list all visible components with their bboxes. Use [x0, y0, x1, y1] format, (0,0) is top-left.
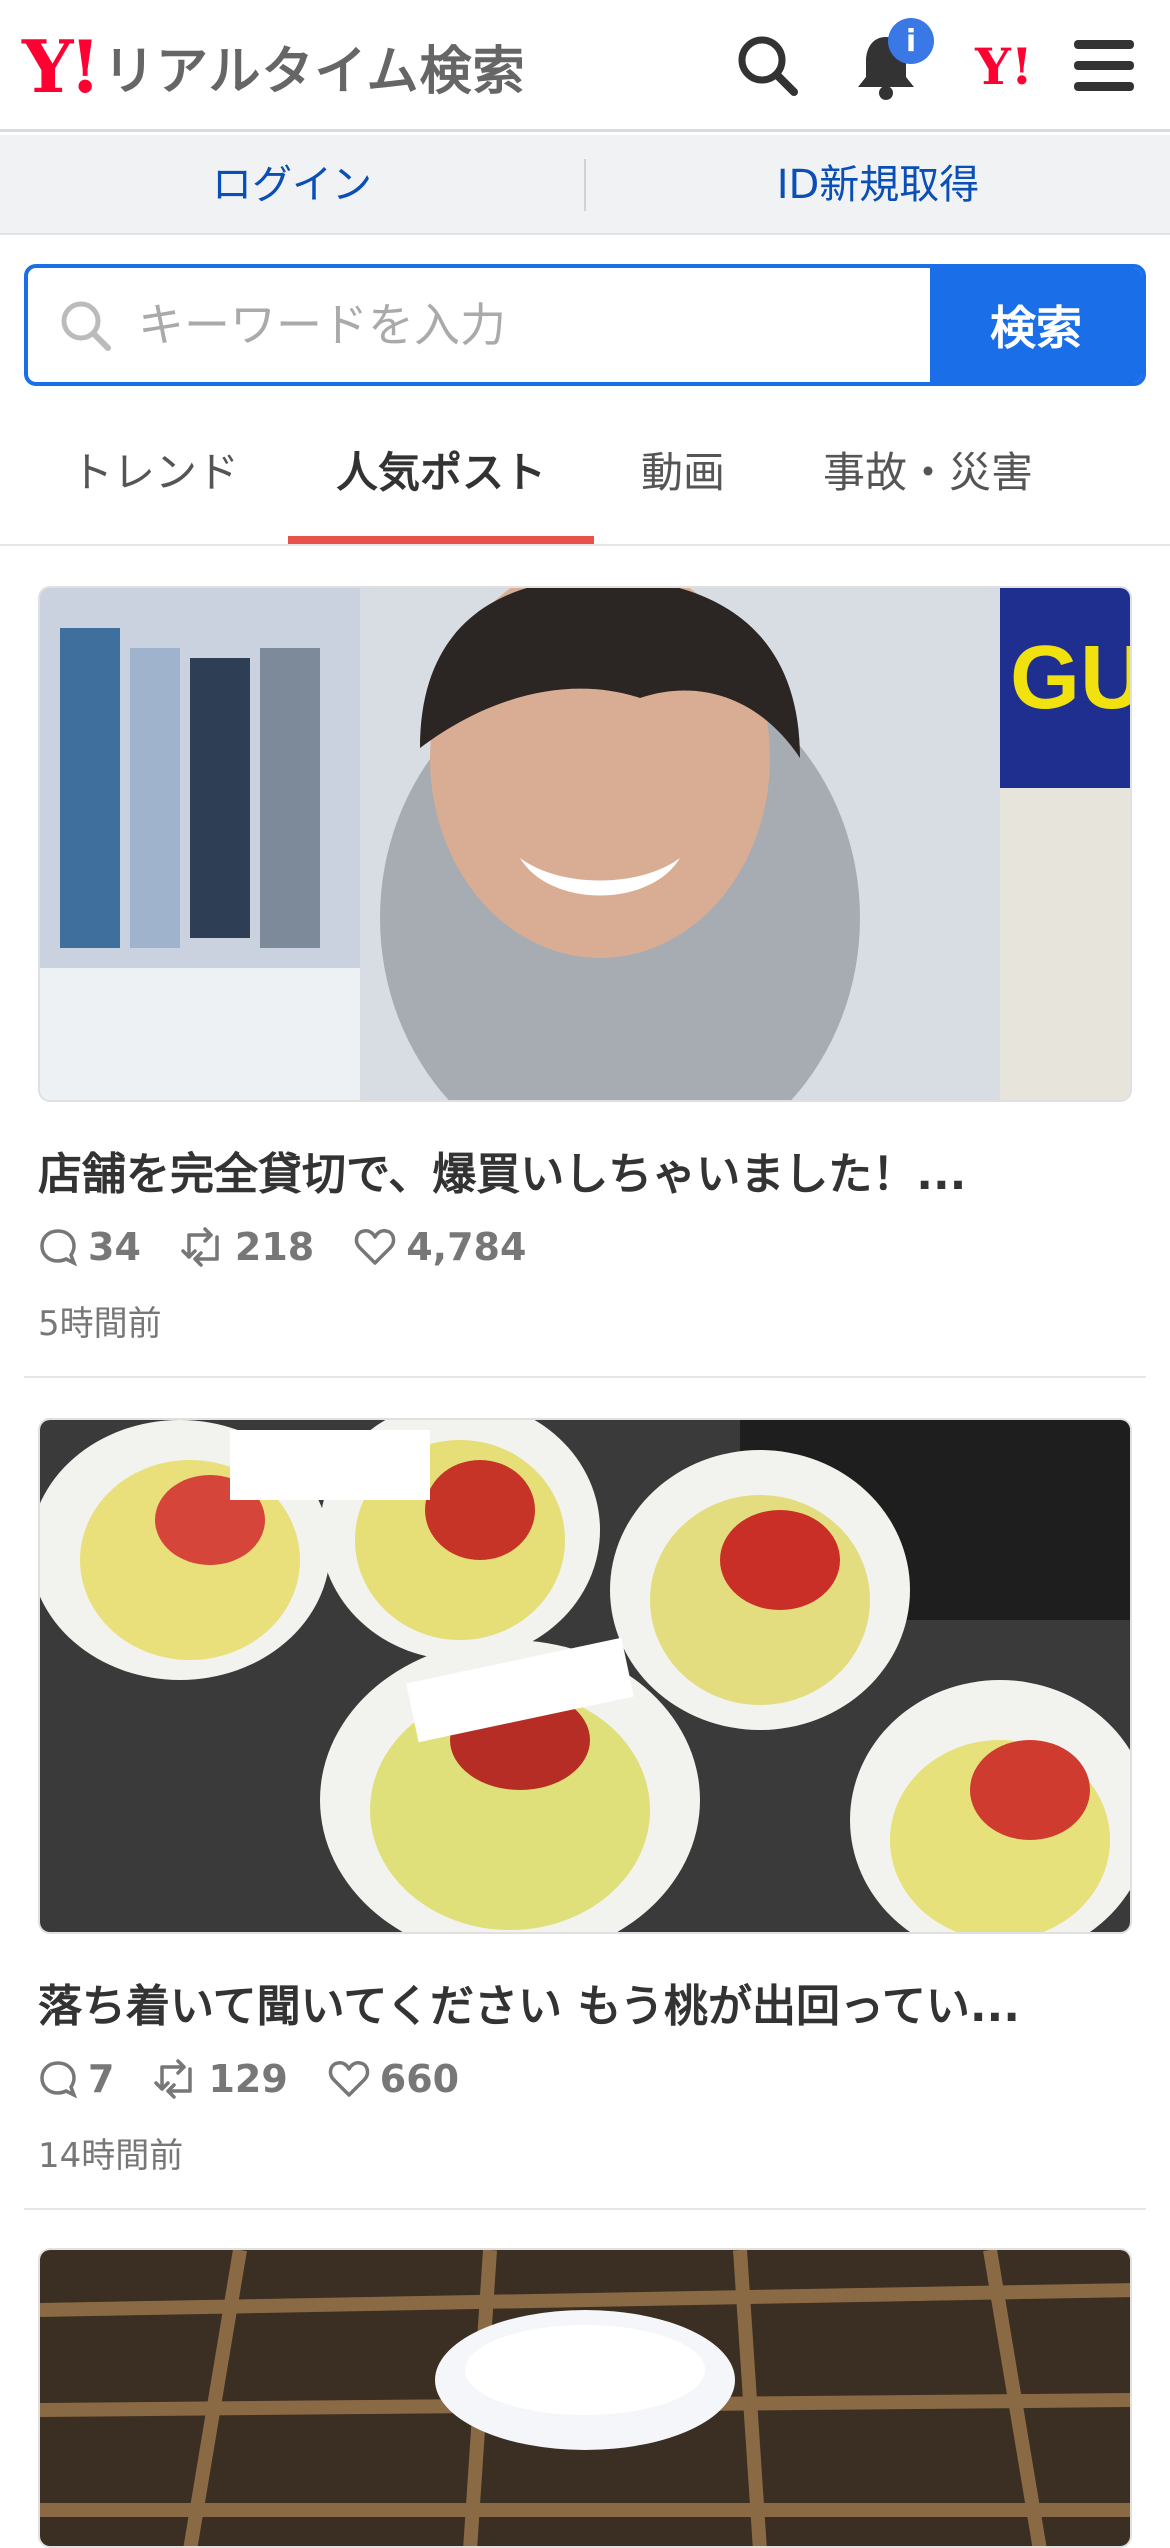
post-thumbnail[interactable]: [38, 2248, 1132, 2548]
tab-trend[interactable]: トレンド: [30, 408, 280, 544]
svg-text:GU: GU: [1010, 628, 1132, 728]
search-bar: 検索: [24, 264, 1146, 386]
repost-count-value: 218: [234, 1225, 315, 1269]
auth-bar: ログイン ID新規取得: [0, 135, 1170, 235]
repost-count[interactable]: 218: [181, 1225, 314, 1269]
post-timestamp: 14時間前: [38, 2136, 184, 2176]
post-stats: 34 218 4,784: [38, 1222, 566, 1272]
repost-count[interactable]: 129: [154, 2057, 288, 2101]
like-count-value: 4,784: [406, 1225, 527, 1269]
notification-button[interactable]: i: [846, 18, 934, 106]
heart-icon: [354, 1229, 396, 1265]
tab-popular-posts[interactable]: 人気ポスト: [288, 408, 594, 544]
yahoo-logo-mark: Y!: [22, 23, 101, 109]
like-count-value: 660: [379, 2057, 460, 2101]
category-tabs: トレンド 人気ポスト 動画 事故・災害: [0, 408, 1170, 546]
reply-count-value: 34: [88, 1225, 141, 1269]
reply-icon: [40, 2061, 78, 2099]
search-field-icon: [61, 301, 111, 351]
post-stats: 7 129 660: [38, 2054, 499, 2104]
site-title: リアルタイム検索: [103, 41, 526, 102]
post-separator: [24, 2208, 1146, 2210]
post-title[interactable]: 店舗を完全貸切で、爆買いしちゃいました！...: [38, 1138, 1132, 1202]
like-count[interactable]: 660: [328, 2057, 459, 2101]
active-tab-indicator: [288, 536, 594, 544]
post-separator: [24, 1376, 1146, 1378]
post-thumbnail[interactable]: GU: [38, 586, 1132, 1102]
post-card[interactable]: 落ち着いて聞いてください もう桃が出回ってい... 7 129 660 14時間…: [24, 1418, 1146, 2210]
login-link[interactable]: ログイン: [0, 135, 584, 235]
search-input[interactable]: [138, 268, 938, 382]
hamburger-menu-icon[interactable]: [1064, 26, 1144, 106]
tab-accident-disaster[interactable]: 事故・災害: [780, 408, 1076, 544]
search-icon[interactable]: [728, 26, 808, 106]
heart-icon: [328, 2061, 370, 2097]
reply-count-value: 7: [88, 2057, 115, 2101]
yahoo-realtime-logo[interactable]: Y! リアルタイム検索: [22, 23, 526, 109]
reply-count[interactable]: 7: [38, 2057, 114, 2101]
repost-icon: [181, 1227, 219, 1267]
reply-count[interactable]: 34: [38, 1225, 141, 1269]
like-count[interactable]: 4,784: [354, 1225, 526, 1269]
post-card[interactable]: [24, 2248, 1146, 2548]
post-title[interactable]: 落ち着いて聞いてください もう桃が出回ってい...: [38, 1970, 1132, 2034]
notification-badge: i: [888, 18, 934, 64]
search-button[interactable]: 検索: [930, 268, 1142, 382]
yahoo-logo-icon[interactable]: Y!: [964, 26, 1044, 106]
post-timestamp: 5時間前: [38, 1304, 162, 1344]
tab-video[interactable]: 動画: [600, 408, 766, 544]
repost-count-value: 129: [208, 2057, 288, 2101]
yahoo-mini-logo: Y!: [975, 36, 1033, 96]
reply-icon: [40, 1229, 78, 1267]
post-card[interactable]: GU 店舗を完全貸切で、爆買いしちゃいました！... 34 218 4,784 …: [24, 586, 1146, 1378]
register-link[interactable]: ID新規取得: [586, 135, 1170, 235]
post-thumbnail[interactable]: [38, 1418, 1132, 1934]
repost-icon: [154, 2059, 193, 2099]
app-header: Y! リアルタイム検索 i Y!: [0, 0, 1170, 132]
